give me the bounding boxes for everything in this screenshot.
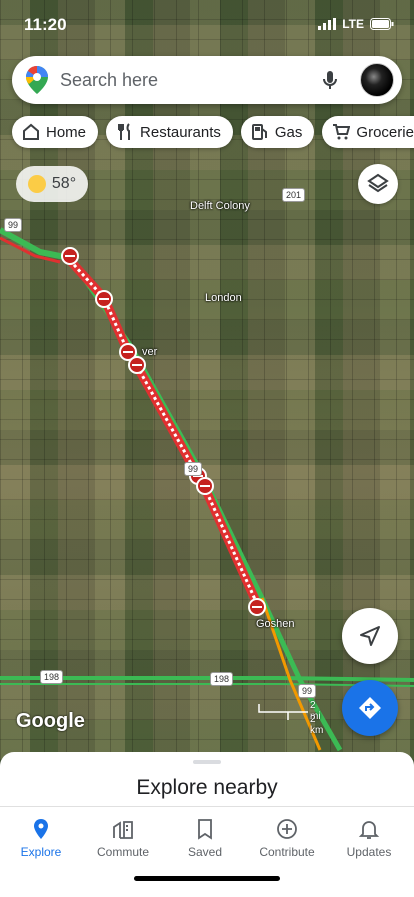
scale-km: 2 km (310, 714, 324, 736)
sheet-title: Explore nearby (136, 776, 278, 799)
google-maps-pin-icon (26, 66, 48, 94)
tab-label: Updates (346, 845, 392, 859)
route-shield-198: 198 (210, 672, 234, 686)
route-shield-99: 99 (184, 462, 203, 476)
weather-temperature: 58° (51, 175, 77, 192)
tab-saved[interactable]: Saved (164, 817, 246, 859)
restaurant-icon (118, 123, 131, 140)
layers-button[interactable] (358, 164, 398, 204)
network-type: LTE (342, 17, 364, 31)
tab-label: Explore (20, 845, 62, 859)
explore-pin-icon (34, 819, 48, 839)
chip-restaurants[interactable]: Restaurants (106, 116, 233, 148)
tab-label: Contribute (259, 845, 315, 859)
home-indicator[interactable] (134, 876, 280, 881)
directions-button[interactable] (342, 680, 398, 736)
tab-explore[interactable]: Explore (0, 817, 82, 859)
route-shield-201: 201 (282, 188, 306, 202)
route-shield-99: 99 (4, 218, 23, 232)
battery-icon (370, 18, 394, 30)
layers-icon (367, 173, 389, 193)
closure-marker[interactable] (128, 356, 146, 374)
tab-commute[interactable]: Commute (82, 817, 164, 859)
road-closure-dots (64, 254, 260, 607)
status-bar: 11:20 LTE (0, 0, 414, 46)
microphone-icon[interactable] (318, 68, 342, 92)
closure-marker[interactable] (196, 477, 214, 495)
map-label-london[interactable]: London (205, 292, 242, 304)
google-logo: Google (16, 710, 85, 732)
directions-icon (359, 697, 381, 719)
closure-marker[interactable] (95, 290, 113, 308)
chip-home[interactable]: Home (12, 116, 99, 148)
navigation-arrow-icon (360, 626, 380, 646)
closure-marker[interactable] (248, 598, 266, 616)
tab-label: Saved (187, 845, 223, 859)
bell-icon (358, 821, 380, 839)
bookmark-icon (198, 819, 212, 840)
chip-label: Gas (274, 123, 303, 141)
route-shield-198: 198 (40, 670, 64, 684)
status-time: 11:20 (24, 15, 67, 34)
map-label-goshen[interactable]: Goshen (256, 618, 295, 630)
tab-contribute[interactable]: Contribute (246, 817, 328, 859)
chip-gas[interactable]: Gas (240, 116, 315, 148)
signal-icon (318, 18, 337, 30)
explore-sheet[interactable]: Explore nearby (0, 752, 414, 812)
road-closure-route (62, 252, 263, 608)
weather-badge[interactable]: 58° (16, 166, 88, 202)
tab-label: Commute (96, 845, 149, 859)
chip-label: Home (46, 123, 87, 141)
chip-label: Restaurants (140, 123, 221, 141)
status-indicators: LTE (318, 17, 394, 31)
add-circle-icon (277, 819, 297, 839)
commute-icon (113, 821, 133, 839)
category-chips: Home Restaurants Gas Groceries (12, 116, 414, 148)
closure-marker[interactable] (61, 247, 79, 265)
highway-99-red-segment (0, 236, 61, 264)
search-input[interactable]: Search here (60, 70, 318, 91)
home-icon (23, 123, 39, 140)
my-location-button[interactable] (342, 608, 398, 664)
sheet-drag-handle[interactable] (193, 760, 221, 764)
chip-label: Groceries (356, 123, 414, 141)
bottom-tab-bar: Explore Commute Saved Contribute Updates (0, 806, 414, 897)
chip-groceries[interactable]: Groceries (322, 116, 414, 148)
route-shield-99: 99 (298, 684, 317, 698)
map-label-traver[interactable]: ver (142, 346, 157, 358)
map-label-delft-colony[interactable]: Delft Colony (190, 200, 250, 212)
gas-icon (251, 124, 267, 140)
avatar[interactable] (360, 63, 394, 97)
sun-icon (27, 175, 46, 193)
tab-updates[interactable]: Updates (328, 817, 410, 859)
search-bar[interactable]: Search here (12, 56, 402, 104)
cart-icon (333, 124, 351, 140)
